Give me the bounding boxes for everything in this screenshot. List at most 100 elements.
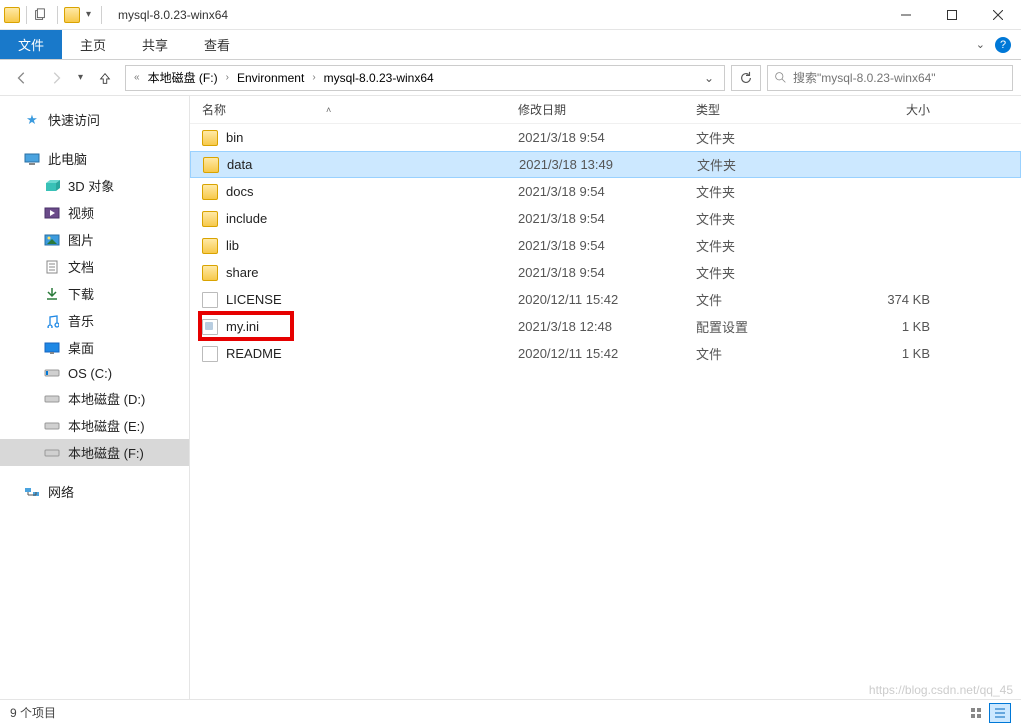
close-button[interactable] (975, 0, 1021, 30)
view-switcher (965, 703, 1011, 723)
file-date: 2021/3/18 9:54 (518, 184, 696, 199)
file-date: 2021/3/18 13:49 (519, 157, 697, 172)
tab-home[interactable]: 主页 (62, 30, 124, 59)
nav-network[interactable]: 网络 (0, 478, 189, 505)
nav-pc-item[interactable]: 音乐 (0, 307, 189, 334)
file-row[interactable]: my.ini2021/3/18 12:48配置设置1 KB (190, 313, 1021, 340)
search-icon (774, 71, 787, 84)
nav-pc-item[interactable]: 文档 (0, 253, 189, 280)
ribbon: 文件 主页 共享 查看 ⌄ ? (0, 30, 1021, 60)
folder-icon (4, 7, 20, 23)
file-icon (202, 292, 218, 308)
chevron-left-icon[interactable]: « (130, 72, 144, 83)
nav-label: 本地磁盘 (F:) (68, 443, 144, 462)
nav-label: 图片 (68, 230, 94, 249)
address-dropdown-icon[interactable]: ⌄ (698, 71, 720, 85)
drive-icon (44, 313, 60, 329)
nav-pc-item[interactable]: OS (C:) (0, 361, 189, 385)
breadcrumb-segment[interactable]: 本地磁盘 (F:) (146, 69, 220, 86)
file-type: 文件夹 (696, 209, 846, 228)
navigation-pane: ★ 快速访问 此电脑 3D 对象视频图片文档下载音乐桌面OS (C:)本地磁盘 … (0, 96, 190, 699)
column-size[interactable]: 大小 (846, 101, 942, 118)
nav-pc-item[interactable]: 本地磁盘 (E:) (0, 412, 189, 439)
pc-icon (24, 151, 40, 167)
search-box[interactable] (767, 65, 1013, 91)
nav-label: 视频 (68, 203, 94, 222)
folder-icon (202, 238, 218, 254)
nav-label: 音乐 (68, 311, 94, 330)
folder-icon (202, 211, 218, 227)
drive-icon (44, 365, 60, 381)
file-size: 1 KB (846, 319, 942, 334)
file-date: 2021/3/18 12:48 (518, 319, 696, 334)
breadcrumb-segment[interactable]: Environment (235, 71, 306, 85)
history-dropdown-icon[interactable]: ▾ (76, 72, 85, 83)
view-large-icons-button[interactable] (965, 703, 987, 723)
drive-icon (44, 391, 60, 407)
network-icon (24, 484, 40, 500)
address-bar[interactable]: « 本地磁盘 (F:) › Environment › mysql-8.0.23… (125, 65, 725, 91)
quick-access-toolbar: ▾ (0, 6, 110, 24)
nav-label: 此电脑 (48, 149, 87, 168)
column-type[interactable]: 类型 (696, 101, 846, 118)
file-row[interactable]: share2021/3/18 9:54文件夹 (190, 259, 1021, 286)
nav-quick-access[interactable]: ★ 快速访问 (0, 106, 189, 133)
file-size: 374 KB (846, 292, 942, 307)
file-tab[interactable]: 文件 (0, 30, 62, 59)
help-icon[interactable]: ? (995, 37, 1011, 53)
chevron-right-icon[interactable]: › (308, 72, 319, 83)
nav-pc-item[interactable]: 本地磁盘 (F:) (0, 439, 189, 466)
nav-pc-item[interactable]: 图片 (0, 226, 189, 253)
search-input[interactable] (793, 71, 1006, 85)
maximize-button[interactable] (929, 0, 975, 30)
view-details-button[interactable] (989, 703, 1011, 723)
drive-icon (44, 259, 60, 275)
tab-share[interactable]: 共享 (124, 30, 186, 59)
nav-pc-item[interactable]: 下载 (0, 280, 189, 307)
qat-dropdown-icon[interactable]: ▾ (82, 9, 95, 20)
tab-view[interactable]: 查看 (186, 30, 248, 59)
file-row[interactable]: README2020/12/11 15:42文件1 KB (190, 340, 1021, 367)
back-button[interactable] (8, 64, 36, 92)
folder-icon (202, 265, 218, 281)
file-name: README (226, 346, 282, 361)
file-name: lib (226, 238, 239, 253)
file-icon (202, 319, 218, 335)
nav-label: 桌面 (68, 338, 94, 357)
forward-button[interactable] (42, 64, 70, 92)
ribbon-expand-icon[interactable]: ⌄ (976, 38, 985, 51)
file-row[interactable]: include2021/3/18 9:54文件夹 (190, 205, 1021, 232)
file-type: 文件夹 (696, 128, 846, 147)
file-row[interactable]: lib2021/3/18 9:54文件夹 (190, 232, 1021, 259)
file-list-pane: 名称˄ 修改日期 类型 大小 bin2021/3/18 9:54文件夹data2… (190, 96, 1021, 699)
refresh-button[interactable] (731, 65, 761, 91)
nav-pc-item[interactable]: 3D 对象 (0, 172, 189, 199)
separator (101, 6, 102, 24)
file-row[interactable]: data2021/3/18 13:49文件夹 (190, 151, 1021, 178)
minimize-button[interactable] (883, 0, 929, 30)
folder-icon (202, 184, 218, 200)
column-headers: 名称˄ 修改日期 类型 大小 (190, 96, 1021, 124)
file-date: 2020/12/11 15:42 (518, 292, 696, 307)
file-row[interactable]: bin2021/3/18 9:54文件夹 (190, 124, 1021, 151)
status-bar: 9 个项目 (0, 699, 1021, 725)
star-icon: ★ (24, 112, 40, 128)
file-name: share (226, 265, 259, 280)
file-rows: bin2021/3/18 9:54文件夹data2021/3/18 13:49文… (190, 124, 1021, 699)
nav-pc-item[interactable]: 本地磁盘 (D:) (0, 385, 189, 412)
breadcrumb-segment[interactable]: mysql-8.0.23-winx64 (322, 71, 436, 85)
column-date[interactable]: 修改日期 (518, 101, 696, 118)
file-type: 文件 (696, 344, 846, 363)
drive-icon (44, 340, 60, 356)
file-row[interactable]: docs2021/3/18 9:54文件夹 (190, 178, 1021, 205)
item-count: 9 个项目 (10, 704, 56, 721)
up-button[interactable] (91, 64, 119, 92)
address-row: ▾ « 本地磁盘 (F:) › Environment › mysql-8.0.… (0, 60, 1021, 96)
nav-pc-item[interactable]: 桌面 (0, 334, 189, 361)
file-row[interactable]: LICENSE2020/12/11 15:42文件374 KB (190, 286, 1021, 313)
nav-this-pc[interactable]: 此电脑 (0, 145, 189, 172)
chevron-right-icon[interactable]: › (222, 72, 233, 83)
column-name[interactable]: 名称˄ (202, 101, 518, 118)
nav-pc-item[interactable]: 视频 (0, 199, 189, 226)
copy-path-icon[interactable] (33, 8, 51, 22)
